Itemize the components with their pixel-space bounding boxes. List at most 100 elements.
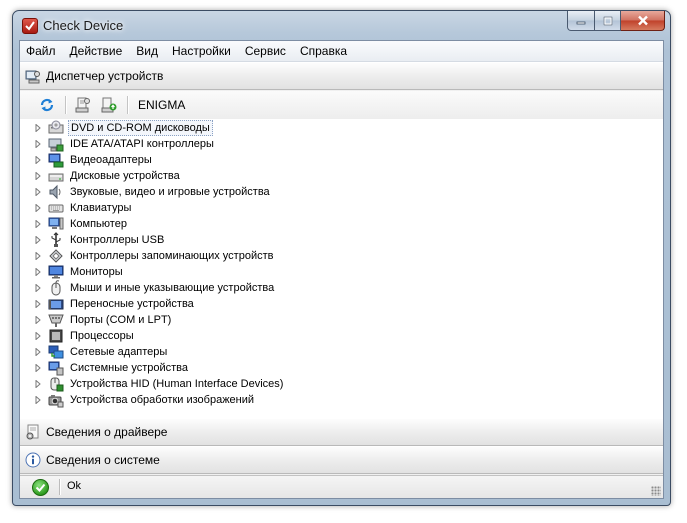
expand-arrow-icon[interactable]	[34, 152, 42, 168]
tree-item-label: IDE ATA/ATAPI контроллеры	[70, 138, 214, 150]
tree-item[interactable]: Устройства обработки изображений	[20, 392, 256, 408]
section-device-manager-label: Диспетчер устройств	[46, 69, 164, 83]
processor-icon	[48, 328, 64, 344]
expand-arrow-icon[interactable]	[34, 168, 42, 184]
menu-file[interactable]: Файл	[20, 41, 63, 61]
tree-item-label: Клавиатуры	[70, 202, 132, 214]
expand-arrow-icon[interactable]	[34, 296, 42, 312]
menu-tools[interactable]: Сервис	[238, 41, 293, 61]
tree-item-label: Мониторы	[70, 266, 123, 278]
expand-arrow-icon[interactable]	[34, 200, 42, 216]
tree-item[interactable]: Звуковые, видео и игровые устройства	[20, 184, 272, 200]
section-system-info[interactable]: Сведения о системе	[20, 446, 663, 474]
tree-item-label: Звуковые, видео и игровые устройства	[70, 186, 270, 198]
ide-controller-icon	[48, 136, 64, 152]
expand-arrow-icon[interactable]	[34, 216, 42, 232]
update-driver-button[interactable]	[100, 96, 118, 114]
disk-drive-icon	[48, 168, 64, 184]
properties-button[interactable]	[74, 96, 92, 114]
driver-info-icon	[25, 424, 41, 440]
tree-item[interactable]: Сетевые адаптеры	[20, 344, 169, 360]
status-text: Ok	[67, 480, 82, 492]
toolbar-separator	[65, 96, 67, 114]
expand-arrow-icon[interactable]	[34, 392, 42, 408]
device-tree[interactable]: DVD и CD-ROM дисководы IDE ATA/ATAPI конт…	[20, 119, 663, 419]
expand-arrow-icon[interactable]	[34, 120, 42, 136]
tree-item-label: DVD и CD-ROM дисководы	[68, 120, 213, 136]
tree-item[interactable]: Переносные устройства	[20, 296, 196, 312]
tree-item-label: Дисковые устройства	[70, 170, 180, 182]
close-button[interactable]	[621, 11, 665, 31]
tree-item-label: Контроллеры USB	[70, 234, 165, 246]
menu-action[interactable]: Действие	[63, 41, 130, 61]
tree-item-label: Сетевые адаптеры	[70, 346, 168, 358]
expand-arrow-icon[interactable]	[34, 312, 42, 328]
section-system-info-label: Сведения о системе	[46, 453, 160, 467]
tree-item[interactable]: IDE ATA/ATAPI контроллеры	[20, 136, 216, 152]
info-icon	[25, 452, 41, 468]
expand-arrow-icon[interactable]	[34, 264, 42, 280]
refresh-button[interactable]	[38, 96, 56, 114]
usb-icon	[48, 232, 64, 248]
toolbar: ENIGMA	[20, 91, 663, 120]
toolbar-separator	[127, 96, 129, 114]
expand-arrow-icon[interactable]	[34, 136, 42, 152]
keyboard-icon	[48, 200, 64, 216]
tree-item-label: Порты (COM и LPT)	[70, 314, 172, 326]
minimize-icon	[576, 21, 586, 24]
tree-item[interactable]: Дисковые устройства	[20, 168, 182, 184]
menu-settings[interactable]: Настройки	[165, 41, 238, 61]
tree-item[interactable]: Видеоадаптеры	[20, 152, 154, 168]
tree-item-label: Устройства HID (Human Interface Devices)	[70, 378, 284, 390]
menu-bar: Файл Действие Вид Настройки Сервис Справ…	[20, 41, 663, 62]
expand-arrow-icon[interactable]	[34, 328, 42, 344]
device-properties-icon	[75, 97, 90, 113]
hid-device-icon	[48, 376, 64, 392]
monitor-icon	[48, 264, 64, 280]
tree-item[interactable]: Порты (COM и LPT)	[20, 312, 173, 328]
maximize-button[interactable]	[595, 11, 621, 31]
expand-arrow-icon[interactable]	[34, 232, 42, 248]
portable-device-icon	[48, 296, 64, 312]
tree-item[interactable]: DVD и CD-ROM дисководы	[20, 120, 213, 136]
tree-item[interactable]: Мониторы	[20, 264, 125, 280]
minimize-button[interactable]	[567, 11, 595, 31]
tree-item-label: Компьютер	[70, 218, 127, 230]
tree-item[interactable]: Мыши и иные указывающие устройства	[20, 280, 276, 296]
expand-arrow-icon[interactable]	[34, 248, 42, 264]
network-adapter-icon	[48, 344, 64, 360]
tree-item[interactable]: Процессоры	[20, 328, 136, 344]
tree-item[interactable]: Контроллеры USB	[20, 232, 166, 248]
maximize-icon	[603, 16, 612, 25]
tree-item-label: Системные устройства	[70, 362, 189, 374]
tree-item[interactable]: Контроллеры запоминающих устройств	[20, 248, 275, 264]
tree-item[interactable]: Системные устройства	[20, 360, 190, 376]
storage-controller-icon	[48, 248, 64, 264]
expand-arrow-icon[interactable]	[34, 344, 42, 360]
tree-item-label: Мыши и иные указывающие устройства	[70, 282, 275, 294]
tree-item[interactable]: Компьютер	[20, 216, 129, 232]
window-title: Check Device	[43, 18, 124, 33]
speaker-icon	[48, 184, 64, 200]
dvd-drive-icon	[48, 120, 64, 136]
tree-item[interactable]: Клавиатуры	[20, 200, 133, 216]
close-icon	[637, 15, 648, 26]
expand-arrow-icon[interactable]	[34, 280, 42, 296]
tree-item[interactable]: Устройства HID (Human Interface Devices)	[20, 376, 285, 392]
update-driver-icon	[101, 97, 117, 113]
menu-view[interactable]: Вид	[129, 41, 165, 61]
port-icon	[48, 312, 64, 328]
section-driver-info[interactable]: Сведения о драйвере	[20, 418, 663, 446]
mouse-icon	[48, 280, 64, 296]
resize-grip[interactable]	[651, 486, 661, 496]
tree-item-label: Переносные устройства	[70, 298, 194, 310]
menu-help[interactable]: Справка	[293, 41, 354, 61]
expand-arrow-icon[interactable]	[34, 376, 42, 392]
title-bar[interactable]: Check Device	[13, 11, 670, 41]
section-device-manager[interactable]: Диспетчер устройств	[20, 62, 663, 90]
expand-arrow-icon[interactable]	[34, 360, 42, 376]
expand-arrow-icon[interactable]	[34, 184, 42, 200]
system-device-icon	[48, 360, 64, 376]
tree-item-label: Видеоадаптеры	[70, 154, 152, 166]
tree-item-label: Устройства обработки изображений	[70, 394, 255, 406]
